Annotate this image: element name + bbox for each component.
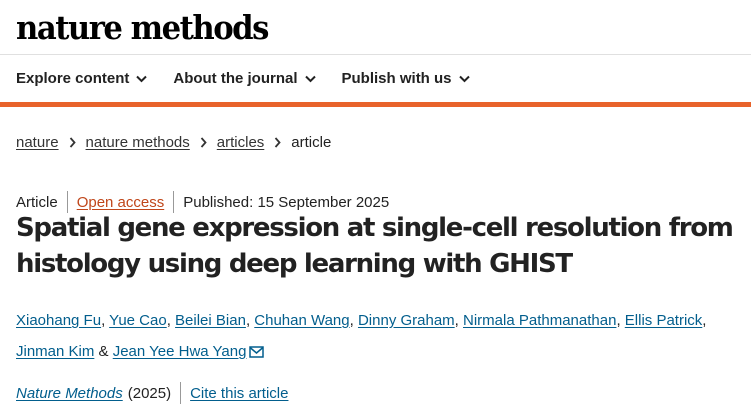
author-link[interactable]: Ellis Patrick bbox=[625, 312, 703, 329]
nav-explore-content-label: Explore content bbox=[16, 70, 130, 87]
author-link[interactable]: Beilei Bian bbox=[175, 312, 246, 329]
site-header: nature methods bbox=[0, 0, 751, 54]
chevron-right-icon bbox=[69, 137, 76, 148]
chevron-right-icon bbox=[200, 137, 207, 148]
author-separator: , bbox=[454, 312, 464, 329]
nav-about-journal[interactable]: About the journal bbox=[173, 70, 316, 87]
journal-logo[interactable]: nature methods bbox=[16, 11, 269, 44]
chevron-down-icon bbox=[304, 75, 316, 82]
main-navigation: Explore content About the journal Publis… bbox=[0, 54, 751, 107]
citation-line: Nature Methods (2025) Cite this article bbox=[16, 382, 288, 404]
breadcrumb: nature nature methods articles article bbox=[16, 134, 331, 151]
nav-explore-content[interactable]: Explore content bbox=[16, 70, 148, 87]
author-list: Xiaohang Fu, Yue Cao, Beilei Bian, Chuha… bbox=[16, 305, 741, 369]
author-link[interactable]: Xiaohang Fu bbox=[16, 312, 101, 329]
article-title: Spatial gene expression at single-cell r… bbox=[16, 213, 734, 279]
nav-publish-with-us[interactable]: Publish with us bbox=[342, 70, 470, 87]
meta-divider bbox=[180, 382, 182, 404]
author-separator: , bbox=[166, 312, 176, 329]
author-ampersand: & bbox=[98, 343, 109, 360]
mail-icon[interactable] bbox=[249, 338, 265, 369]
author-separator: , bbox=[616, 312, 625, 329]
author-separator: , bbox=[702, 312, 707, 329]
author-link[interactable]: Jean Yee Hwa Yang bbox=[113, 343, 247, 360]
breadcrumb-nature-methods[interactable]: nature methods bbox=[86, 134, 190, 151]
author-separator: , bbox=[349, 312, 358, 329]
published-date: Published: 15 September 2025 bbox=[183, 193, 390, 211]
breadcrumb-current: article bbox=[291, 134, 332, 151]
breadcrumb-nature[interactable]: nature bbox=[16, 134, 59, 151]
chevron-down-icon bbox=[136, 75, 148, 82]
author-link[interactable]: Nirmala Pathmanathan bbox=[463, 312, 616, 329]
breadcrumb-articles[interactable]: articles bbox=[217, 134, 265, 151]
author-link[interactable]: Dinny Graham bbox=[358, 312, 455, 329]
author-separator: , bbox=[101, 312, 110, 329]
cite-article-link[interactable]: Cite this article bbox=[190, 385, 288, 402]
nav-publish-with-us-label: Publish with us bbox=[341, 70, 452, 87]
author-link[interactable]: Chuhan Wang bbox=[254, 312, 349, 329]
nav-about-journal-label: About the journal bbox=[173, 70, 298, 87]
citation-year: (2025) bbox=[127, 384, 172, 402]
open-access-link[interactable]: Open access bbox=[77, 194, 165, 211]
article-type: Article bbox=[16, 193, 58, 211]
author-link[interactable]: Jinman Kim bbox=[16, 343, 94, 360]
author-link[interactable]: Yue Cao bbox=[109, 312, 167, 329]
journal-link[interactable]: Nature Methods bbox=[16, 385, 123, 402]
chevron-right-icon bbox=[274, 137, 282, 148]
chevron-down-icon bbox=[458, 75, 470, 82]
